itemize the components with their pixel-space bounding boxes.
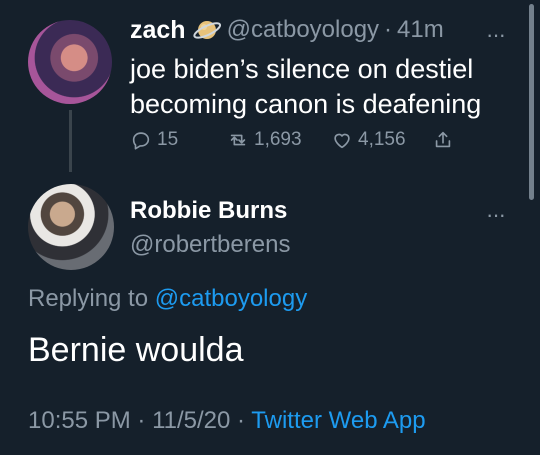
separator: · <box>237 407 246 434</box>
more-options-icon[interactable]: ··· <box>486 204 506 226</box>
tweet-source[interactable]: Twitter Web App <box>251 407 425 434</box>
tweet-text-line: becoming canon is deafening <box>130 89 482 119</box>
user-handle[interactable]: @catboyology <box>227 16 379 44</box>
separator: · <box>384 16 393 43</box>
replying-to-handle[interactable]: @catboyology <box>155 285 307 312</box>
tweet-text-line: joe biden’s silence on destiel <box>130 54 474 84</box>
avatar[interactable] <box>28 184 114 270</box>
retweet-button[interactable]: 1,693 <box>227 127 302 153</box>
display-name[interactable]: Robbie Burns <box>130 197 287 225</box>
heart-icon <box>334 133 350 149</box>
like-count: 4,156 <box>358 129 406 150</box>
retweet-icon <box>230 134 246 146</box>
share-icon <box>435 131 451 148</box>
planet-icon <box>192 16 221 44</box>
thread-line <box>69 110 72 172</box>
share-button[interactable] <box>432 127 459 153</box>
replying-to-label: Replying to <box>28 285 149 312</box>
scrollbar[interactable] <box>529 4 534 200</box>
reply-count: 15 <box>157 129 179 150</box>
retweet-count: 1,693 <box>254 129 302 150</box>
reply-button[interactable]: 15 <box>130 127 178 153</box>
like-button[interactable]: 4,156 <box>331 127 406 153</box>
separator: · <box>137 407 146 434</box>
user-handle[interactable]: @robertberens <box>130 231 290 259</box>
tweet-date[interactable]: 11/5/20 <box>152 407 230 434</box>
tweet-time[interactable]: 10:55 PM <box>28 407 131 434</box>
more-options-icon[interactable]: ··· <box>486 24 506 46</box>
tweet-text: joe biden’s silence on destiel becoming … <box>130 52 500 122</box>
reply-icon <box>132 132 150 150</box>
tweet-metadata: 10:55 PM · 11/5/20 · Twitter Web App <box>28 407 426 435</box>
tweet-text: Bernie woulda <box>28 331 244 369</box>
display-name[interactable]: zach <box>130 16 186 45</box>
timestamp[interactable]: 41m <box>397 16 444 44</box>
avatar[interactable] <box>28 20 112 104</box>
tweet-header: zach @catboyology · 41m <box>130 12 444 48</box>
replying-to: Replying to @catboyology <box>28 285 307 313</box>
